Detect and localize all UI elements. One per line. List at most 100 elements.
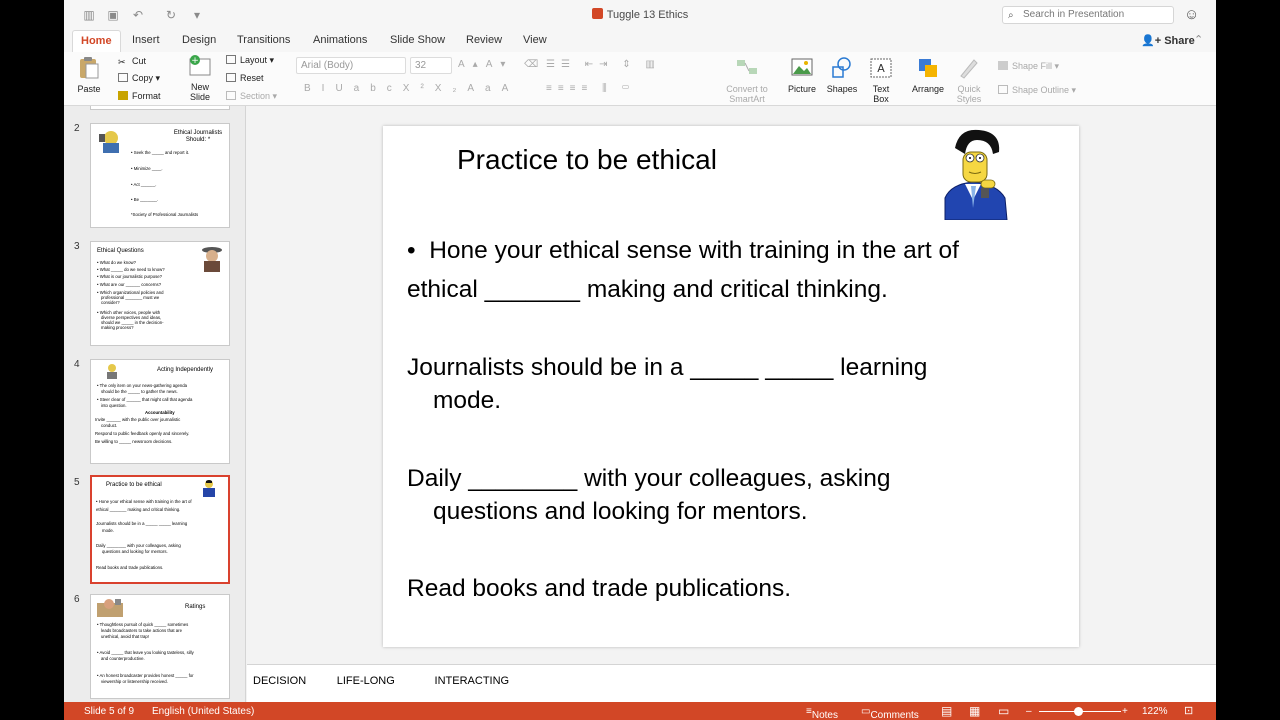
tab-view[interactable]: View xyxy=(523,34,547,46)
copy-button[interactable]: Copy ▾ xyxy=(118,73,160,84)
slide-sorter-icon[interactable]: ▦ xyxy=(969,704,980,718)
ribbon-home: Paste ✂ Cut Copy ▾ Format + New Slide Lay… xyxy=(64,52,1216,106)
layout-button[interactable]: Layout ▾ xyxy=(226,55,274,66)
paint-bucket-icon xyxy=(998,61,1008,70)
new-slide-button[interactable]: + New Slide xyxy=(180,54,220,102)
new-slide-icon: + xyxy=(189,55,211,76)
paste-button[interactable]: Paste xyxy=(74,56,104,94)
quick-styles-icon xyxy=(960,59,978,79)
detective-figure-icon xyxy=(202,247,222,272)
normal-view-icon[interactable]: ▤ xyxy=(941,704,952,718)
notes-pane[interactable]: DECISION LIFE-LONG INTERACTING xyxy=(247,664,1216,702)
zoom-level[interactable]: 122% xyxy=(1142,706,1168,717)
font-size-select[interactable]: 32 xyxy=(410,57,452,74)
slide-thumbnail-5[interactable]: Practice to be ethical • Hone your ethic… xyxy=(90,475,230,584)
previous-slide-thumbnail-edge xyxy=(90,106,230,110)
language-indicator[interactable]: English (United States) xyxy=(152,706,254,717)
tab-animations[interactable]: Animations xyxy=(313,34,367,46)
smartart-icon xyxy=(737,60,757,74)
svg-text:+: + xyxy=(191,56,199,66)
slide-title[interactable]: Practice to be ethical xyxy=(457,144,717,176)
reset-icon xyxy=(226,73,236,82)
body-line-3[interactable]: Journalists should be in a _____ _____ l… xyxy=(407,351,927,384)
slide-thumbnail-6[interactable]: Ratings • Thoughtless pursuit of quick _… xyxy=(90,594,230,699)
pen-outline-icon xyxy=(998,85,1008,94)
section-button[interactable]: Section ▾ xyxy=(226,91,277,102)
tab-transitions[interactable]: Transitions xyxy=(237,34,290,46)
collapse-ribbon-icon[interactable]: ⌃ xyxy=(1194,33,1203,46)
shape-outline-button[interactable]: Shape Outline ▾ xyxy=(998,85,1076,96)
font-size-controls[interactable]: A▴A▾ ⌫ xyxy=(458,59,546,70)
clipboard-icon xyxy=(80,57,99,79)
character-figure-icon xyxy=(107,364,117,379)
tab-slide-show[interactable]: Slide Show xyxy=(390,34,445,46)
zoom-in-icon[interactable]: + xyxy=(1122,706,1128,717)
smithers-character-image xyxy=(944,129,1008,220)
body-line-7[interactable]: Read books and trade publications. xyxy=(407,572,791,605)
arrange-icon xyxy=(919,59,937,77)
paintbrush-icon xyxy=(118,91,128,100)
shape-fill-button[interactable]: Shape Fill ▾ xyxy=(998,61,1059,72)
text-format-controls[interactable]: BIUabcX²X₂AaA xyxy=(304,83,519,94)
text-box-icon: A xyxy=(870,58,892,78)
tab-review[interactable]: Review xyxy=(466,34,502,46)
search-icon: ⌕ xyxy=(1008,10,1014,21)
scissors-icon: ✂ xyxy=(118,57,126,67)
smithers-figure-icon xyxy=(203,480,215,497)
powerpoint-window: ▥ ▣ ↶ ↻ ▾ Tuggle 13 Ethics ⌕ Search in Pr… xyxy=(64,0,1216,720)
ribbon-tabs: Home Insert Design Transitions Animation… xyxy=(64,30,1216,52)
reporter-figure-icon xyxy=(99,131,119,153)
tab-design[interactable]: Design xyxy=(182,34,216,46)
shapes-button[interactable]: Shapes xyxy=(826,56,858,94)
feedback-smiley-icon[interactable]: ☺ xyxy=(1184,6,1199,23)
powerpoint-icon xyxy=(591,8,603,19)
cut-button[interactable]: ✂ Cut xyxy=(118,56,146,67)
comments-toggle-button[interactable]: ▭ Comments xyxy=(861,706,919,720)
slide-canvas[interactable]: Practice to be ethical • Hone your ethic… xyxy=(383,126,1079,647)
layout-icon xyxy=(226,55,236,64)
reset-button[interactable]: Reset xyxy=(226,73,264,83)
picture-icon xyxy=(791,58,813,76)
notes-text[interactable]: DECISION LIFE-LONG INTERACTING xyxy=(253,675,509,687)
font-name-select[interactable]: Arial (Body) xyxy=(296,57,406,74)
body-line-4[interactable]: mode. xyxy=(433,384,501,417)
share-button[interactable]: 👤+ Share xyxy=(1141,34,1195,47)
share-person-icon: 👤+ xyxy=(1141,35,1165,47)
thumbnail-number: 2 xyxy=(74,123,80,134)
quick-styles-button[interactable]: Quick Styles xyxy=(952,56,986,104)
copy-icon xyxy=(118,73,128,82)
convert-smartart-button[interactable]: Convert to SmartArt xyxy=(720,56,774,104)
thumbnail-number: 4 xyxy=(74,359,80,370)
text-box-button[interactable]: A Text Box xyxy=(868,56,894,104)
svg-text:A: A xyxy=(877,62,885,75)
thumbnail-number: 3 xyxy=(74,241,80,252)
body-line-6[interactable]: questions and looking for mentors. xyxy=(433,495,808,528)
align-controls[interactable]: ≡≡≡≡ ⫼ ▭ xyxy=(546,83,636,94)
format-painter-button[interactable]: Format xyxy=(118,91,161,101)
slide-thumbnails-pane[interactable]: 2 Ethical Journalists Should: * • Seek t… xyxy=(64,106,246,702)
bullet-line-2[interactable]: ethical _______ making and critical thin… xyxy=(407,273,888,306)
slide-thumbnail-2[interactable]: Ethical Journalists Should: * • Seek the… xyxy=(90,123,230,228)
search-input[interactable]: ⌕ Search in Presentation xyxy=(1002,6,1174,24)
tab-home[interactable]: Home xyxy=(72,30,121,52)
zoom-out-icon[interactable]: – xyxy=(1026,706,1032,717)
thumbnail-number: 6 xyxy=(74,594,80,605)
shapes-icon xyxy=(832,57,851,78)
fit-to-window-icon[interactable]: ⊡ xyxy=(1184,704,1193,717)
zoom-slider-thumb[interactable] xyxy=(1074,707,1083,716)
slide-thumbnail-3[interactable]: Ethical Questions • What do we know? • W… xyxy=(90,241,230,346)
arrange-button[interactable]: Arrange xyxy=(910,56,946,94)
list-controls[interactable]: ☰☰ ⇤⇥ ⇕ ▥ xyxy=(546,59,661,70)
status-bar: Slide 5 of 9 English (United States) ≡ N… xyxy=(64,702,1216,720)
notes-toggle-button[interactable]: ≡ Notes xyxy=(806,706,838,720)
bullet-line-1[interactable]: • Hone your ethical sense with training … xyxy=(407,234,959,267)
slide-thumbnail-4[interactable]: Acting Independently • The only item on … xyxy=(90,359,230,464)
title-bar: ▥ ▣ ↶ ↻ ▾ Tuggle 13 Ethics ⌕ Search in Pr… xyxy=(64,0,1216,30)
broadcaster-figure-icon xyxy=(97,599,123,617)
body-line-5[interactable]: Daily ________ with your colleagues, ask… xyxy=(407,462,891,495)
picture-button[interactable]: Picture xyxy=(786,56,818,94)
section-icon xyxy=(226,91,236,100)
slide-position: Slide 5 of 9 xyxy=(84,706,135,717)
reading-view-icon[interactable]: ▭ xyxy=(998,704,1009,718)
tab-insert[interactable]: Insert xyxy=(132,34,160,46)
